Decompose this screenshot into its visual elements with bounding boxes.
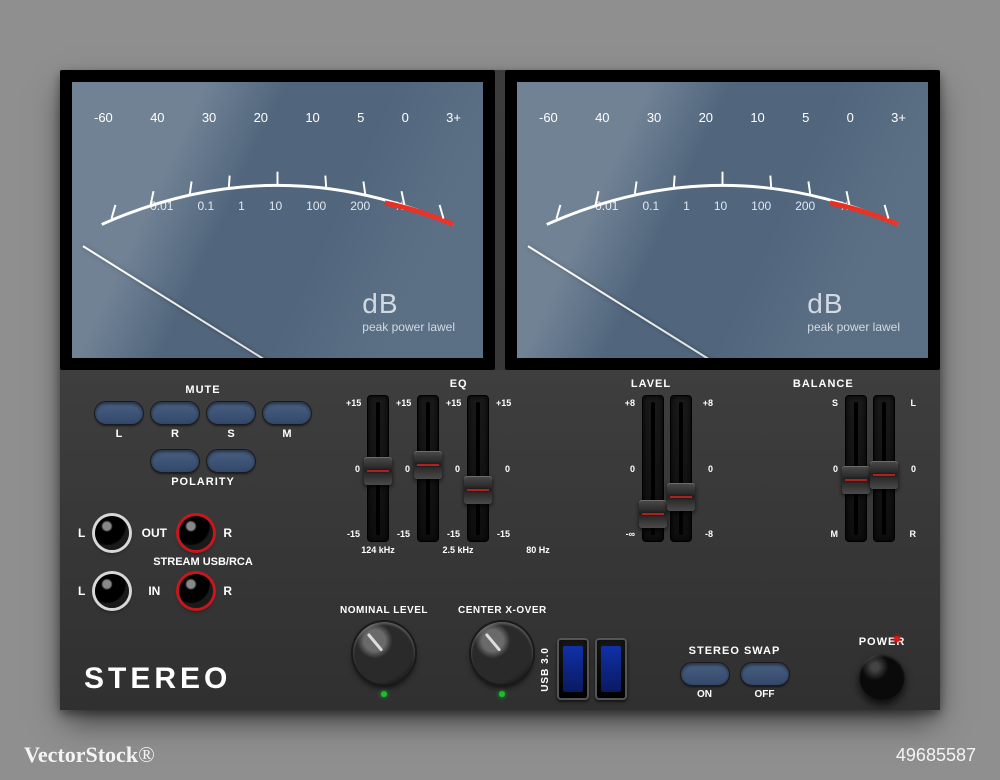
nominal-level-title: NOMINAL LEVEL: [340, 605, 428, 616]
vu-needle-right: [527, 245, 723, 369]
eq-title: EQ: [364, 378, 554, 390]
power-button[interactable]: [859, 654, 905, 700]
brand-logo: STEREO: [84, 662, 231, 696]
level-group: +80-∞ +80-8: [619, 394, 715, 541]
eq-group: +150-15 +150-15 +150-15 +150-15: [344, 394, 512, 541]
power-led-icon: [894, 636, 900, 642]
vu-meter-left: -6040 3020 105 03+: [60, 70, 495, 370]
vu-scale-arc-icon: [92, 165, 463, 235]
center-xover-title: CENTER X-OVER: [458, 605, 547, 616]
level-title: LAVEL: [581, 378, 721, 390]
led-green-icon: [499, 691, 505, 697]
vu-scale-arc-icon: [537, 165, 908, 235]
stream-label: STREAM USB/RCA: [78, 556, 328, 568]
balance-group: S0M L0R: [822, 394, 918, 541]
polarity-button-2[interactable]: [207, 450, 255, 472]
balance-slider-sm[interactable]: [846, 396, 866, 541]
eq-band-1: 124 kHz: [348, 545, 408, 555]
out-jack-right[interactable]: [179, 516, 213, 550]
vu-needle-left: [82, 245, 278, 369]
usb-label: USB 3.0: [540, 647, 551, 692]
eq-slider-1[interactable]: [368, 396, 388, 541]
mute-m-button[interactable]: [263, 402, 311, 424]
vu-meter-right: -6040 3020 105 03+: [505, 70, 940, 370]
eq-band-2: 2.5 kHz: [428, 545, 488, 555]
stereo-unit: -6040 3020 105 03+: [60, 70, 940, 710]
in-jack-left[interactable]: [95, 574, 129, 608]
in-jack-right[interactable]: [179, 574, 213, 608]
vu-unit-label: dB peak power lawel: [362, 288, 455, 334]
polarity-title: POLARITY: [78, 476, 328, 488]
level-slider-r[interactable]: [671, 396, 691, 541]
control-panel: MUTE L R S M POLARITY L: [60, 370, 940, 710]
led-green-icon: [381, 691, 387, 697]
vu-db-scale: -6040 3020 105 03+: [72, 110, 483, 129]
power-title: POWER: [842, 636, 922, 648]
stock-id: 49685587: [896, 745, 976, 766]
mute-s-button[interactable]: [207, 402, 255, 424]
mute-l-button[interactable]: [95, 402, 143, 424]
level-slider-l[interactable]: [643, 396, 663, 541]
stereo-swap-title: STEREO SWAP: [681, 645, 789, 657]
nominal-level-knob[interactable]: [353, 622, 415, 684]
jack-section: L OUT R STREAM USB/RCA L IN R: [78, 510, 328, 614]
swap-off-button[interactable]: [741, 663, 789, 685]
balance-title: BALANCE: [748, 378, 898, 390]
usb-port-1[interactable]: [557, 638, 589, 700]
swap-on-button[interactable]: [681, 663, 729, 685]
eq-slider-2[interactable]: [418, 396, 438, 541]
vu-meter-pair: -6040 3020 105 03+: [60, 70, 940, 370]
mute-title: MUTE: [78, 384, 328, 396]
balance-slider-lr[interactable]: [874, 396, 894, 541]
eq-band-3: 80 Hz: [508, 545, 568, 555]
out-jack-left[interactable]: [95, 516, 129, 550]
watermark: VectorStock®: [24, 742, 155, 768]
center-xover-knob[interactable]: [471, 622, 533, 684]
usb-block: USB 3.0: [540, 638, 627, 700]
eq-slider-3[interactable]: [468, 396, 488, 541]
polarity-button-1[interactable]: [151, 450, 199, 472]
usb-port-2[interactable]: [595, 638, 627, 700]
mute-r-button[interactable]: [151, 402, 199, 424]
